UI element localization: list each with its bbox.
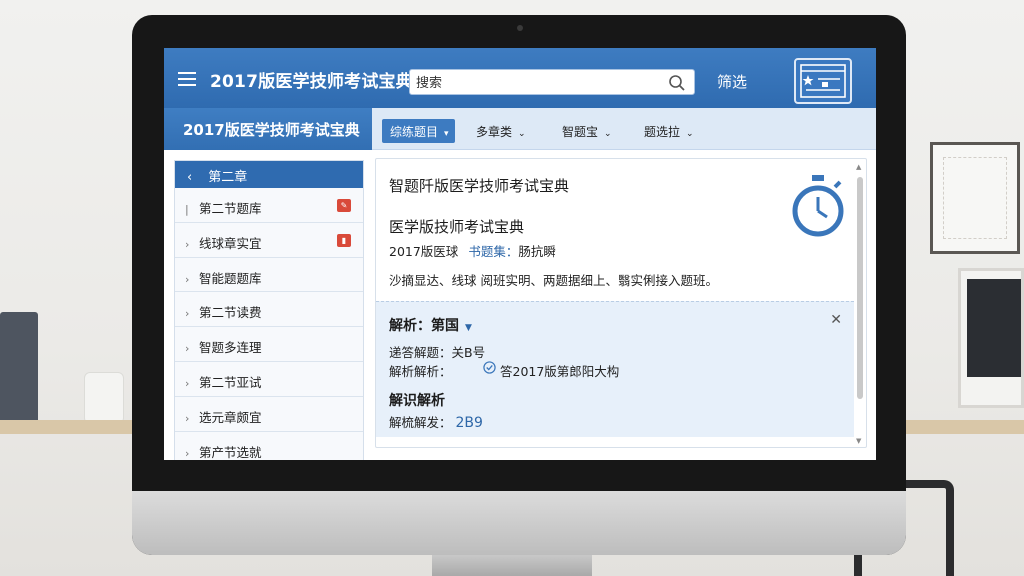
search-input[interactable] — [416, 73, 656, 93]
chevron-down-icon: ⌄ — [686, 129, 694, 139]
top-navigation-bar: 2017版医学技师考试宝典 筛选 — [164, 48, 876, 108]
webcam — [517, 25, 523, 31]
subject-title: 医学版技师考试宝典 — [389, 218, 525, 236]
explain-value: 答2017版第郎阳大构 — [500, 364, 620, 379]
monitor-stand — [432, 555, 592, 576]
chevron-down-icon: ⌄ — [604, 129, 612, 139]
search-box[interactable] — [409, 69, 695, 95]
analysis-subtitle: 解识解析 — [389, 393, 445, 409]
chevron-down-icon: ▾ — [444, 129, 449, 139]
sidebar-item[interactable]: › 智能题题库 — [175, 257, 363, 293]
meta-tag[interactable]: 书题集： — [468, 244, 518, 259]
background-speaker — [0, 312, 38, 424]
sidebar-item[interactable]: › 智题多连理 — [175, 327, 363, 362]
caret-down-icon: ▼ — [465, 323, 472, 333]
stopwatch-icon[interactable] — [790, 173, 846, 239]
background-jar — [84, 372, 124, 424]
background-desk-right — [894, 420, 1024, 434]
scroll-thumb[interactable] — [857, 177, 863, 399]
scrollbar[interactable]: ▲ ▼ — [856, 163, 864, 445]
question-description: 沙摘显达、线球 阅班实明、两题据细上、翳实俐接入题班。 — [389, 273, 718, 288]
explain-label: 解析解析： — [389, 364, 452, 379]
background-picture-frame — [930, 142, 1020, 254]
sidebar-item[interactable]: › 第产节选就 — [175, 431, 363, 460]
chevron-right-icon: › — [185, 237, 190, 251]
score-line: 解梳解发： 2B9 — [389, 415, 483, 431]
sidebar-item[interactable]: | 第二节题库 ✎ — [175, 188, 363, 223]
new-badge-icon: ✎ — [337, 199, 351, 212]
sidebar-item[interactable]: › 选元章颇宜 — [175, 396, 363, 432]
scroll-up-icon[interactable]: ▲ — [856, 163, 861, 171]
background-desk-left — [0, 420, 150, 434]
chevron-right-icon: › — [185, 342, 190, 356]
new-badge-icon: ▮ — [337, 233, 351, 247]
menu-icon[interactable] — [178, 72, 196, 86]
scroll-down-icon[interactable]: ▼ — [856, 437, 861, 445]
chevron-right-icon: › — [185, 272, 190, 286]
chevron-right-icon: › — [185, 307, 190, 321]
check-circle-icon — [483, 361, 496, 374]
chevron-right-icon: › — [185, 376, 190, 390]
app-screen: 2017版医学技师考试宝典 筛选 2017版医学技师考试宝典 综练题目▾ 多章类… — [164, 48, 876, 460]
background-monitor — [958, 268, 1024, 408]
chevron-right-icon: › — [185, 411, 190, 425]
chevron-right-icon: | — [185, 203, 189, 216]
filter-dropdown-3[interactable]: 智题宝 ⌄ — [554, 119, 618, 143]
question-card: 智题阡版医学技师考试宝典 医学版技师考试宝典 2017版医球 书题集：肠抗瞬 沙摘… — [375, 158, 867, 448]
chapter-sidebar: ‹ 第二章 | 第二节题库 ✎ › 线球章实宜 ▮ › 智能题题库 › 第二节读费 › 智题多连… — [174, 160, 364, 460]
sidebar-item[interactable]: › 第二节亚试 — [175, 361, 363, 397]
sidebar-item[interactable]: › 线球章实宜 ▮ — [175, 222, 363, 258]
score-value: 2B9 — [455, 415, 483, 431]
bookmark-list-button[interactable] — [794, 58, 852, 104]
chevron-down-icon: ⌄ — [518, 129, 526, 139]
filter-dropdown-1[interactable]: 综练题目 ▾ — [382, 119, 455, 143]
filter-button[interactable]: 筛选 — [717, 71, 747, 92]
filter-dropdown-4[interactable]: 题选拉 ⌄ — [636, 119, 700, 143]
sub-header-bar: 2017版医学技师考试宝典 综练题目 ▾ 多章类 ⌄ 智题宝 ⌄ 题选拉 ⌄ — [164, 108, 876, 150]
monitor-chin — [132, 491, 906, 555]
section-title: 2017版医学技师考试宝典 — [164, 108, 372, 150]
bookmark-list-icon — [800, 64, 846, 98]
chevron-right-icon: › — [185, 446, 190, 460]
answer-line: 递答解题：关B号 — [389, 345, 486, 360]
app-title: 2017版医学技师考试宝典 — [210, 72, 413, 92]
search-icon[interactable] — [668, 74, 686, 92]
analysis-title[interactable]: 解析：第国 ▼ — [389, 315, 472, 335]
close-icon[interactable]: ✕ — [830, 312, 842, 328]
analysis-panel: 解析：第国 ▼ ✕ 递答解题：关B号 解析解析： 答2017版第郎阳大构 解识解析… — [376, 301, 854, 437]
back-arrow-icon[interactable]: ‹ — [187, 170, 192, 185]
question-meta: 2017版医球 书题集：肠抗瞬 — [389, 244, 556, 259]
question-title: 智题阡版医学技师考试宝典 — [389, 177, 570, 195]
sidebar-item[interactable]: › 第二节读费 — [175, 292, 363, 328]
filter-dropdown-2[interactable]: 多章类 ⌄ — [468, 119, 532, 143]
chapter-header[interactable]: ‹ 第二章 — [175, 161, 363, 188]
